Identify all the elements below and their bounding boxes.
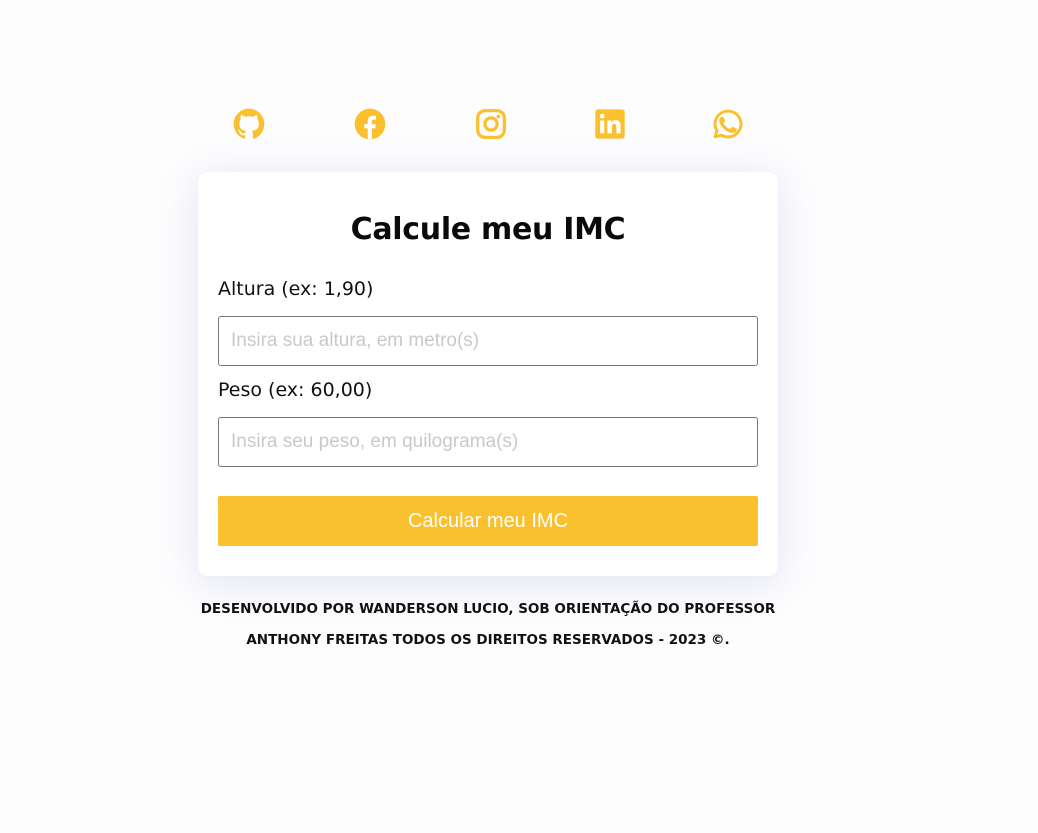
whatsapp-icon xyxy=(713,109,743,139)
whatsapp-link[interactable] xyxy=(710,106,746,142)
card-title: Calcule meu IMC xyxy=(350,212,626,247)
weight-label: Peso (ex: 60,00) xyxy=(218,379,373,401)
footer-credits-line-1: DESENVOLVIDO POR WANDERSON LUCIO, SOB OR… xyxy=(200,601,776,617)
calculate-bmi-button[interactable]: Calcular meu IMC xyxy=(218,496,758,546)
instagram-icon xyxy=(476,109,506,139)
instagram-link[interactable] xyxy=(473,106,509,142)
linkedin-link[interactable] xyxy=(592,106,628,142)
page: Calcule meu IMC Altura (ex: 1,90) Peso (… xyxy=(0,0,1038,833)
linkedin-icon xyxy=(595,109,625,139)
bmi-calculator-card: Calcule meu IMC Altura (ex: 1,90) Peso (… xyxy=(198,172,778,576)
footer: DESENVOLVIDO POR WANDERSON LUCIO, SOB OR… xyxy=(198,594,778,656)
height-input[interactable] xyxy=(218,316,758,366)
facebook-icon xyxy=(354,108,386,140)
facebook-link[interactable] xyxy=(352,106,388,142)
social-links-bar xyxy=(198,106,778,144)
github-link[interactable] xyxy=(231,106,267,142)
weight-input[interactable] xyxy=(218,417,758,467)
footer-credits-line-2: ANTHONY FREITAS TODOS OS DIREITOS RESERV… xyxy=(246,632,730,648)
github-icon xyxy=(233,108,265,139)
height-label: Altura (ex: 1,90) xyxy=(218,278,374,300)
